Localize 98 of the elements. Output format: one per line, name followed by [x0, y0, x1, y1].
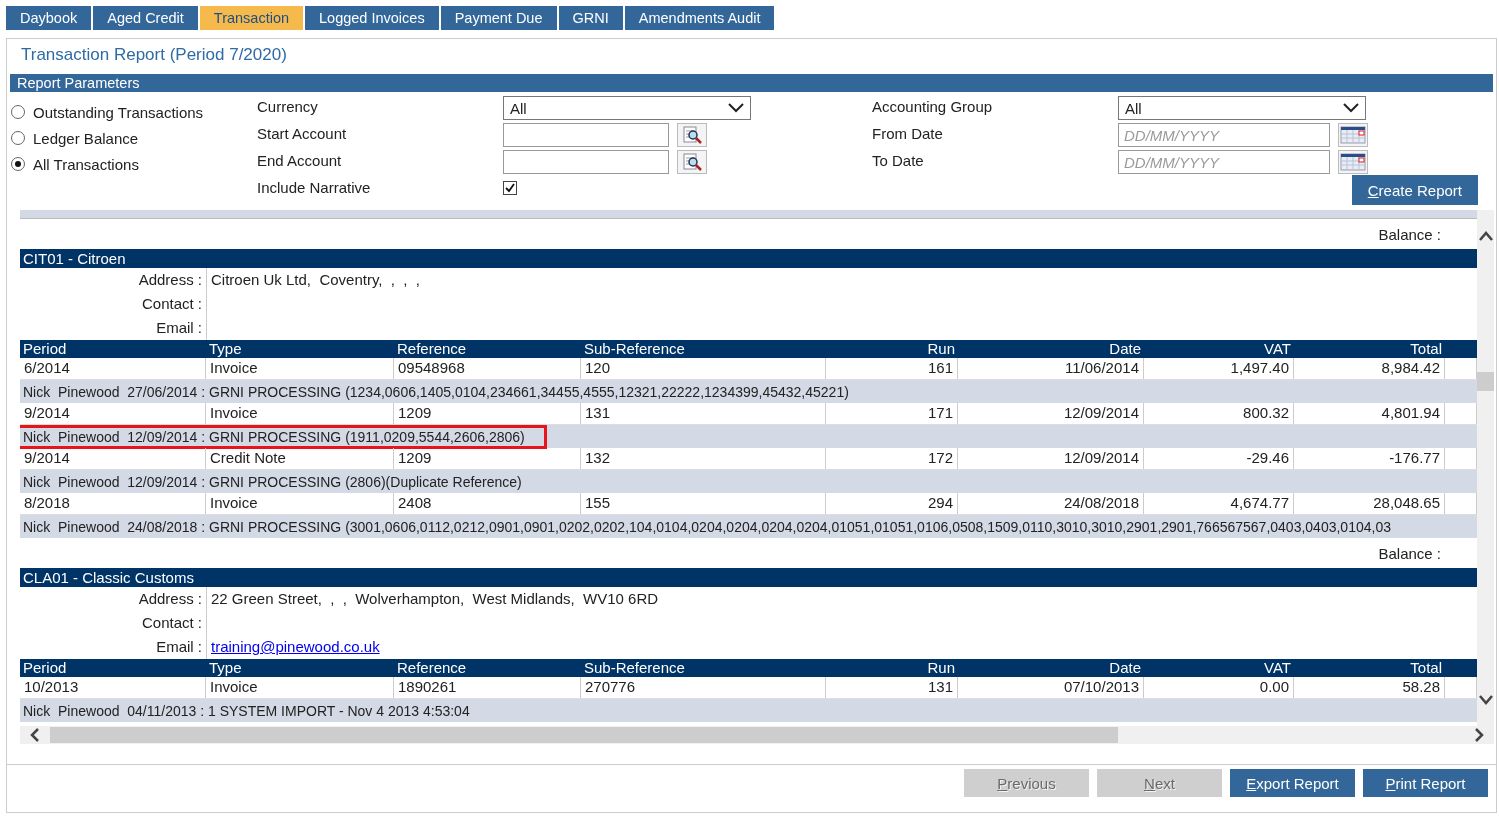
account-header: CLA01 - Classic Customs	[20, 568, 1477, 587]
email-link[interactable]: training@pinewood.co.uk	[211, 638, 380, 655]
column-header: Total	[1409, 659, 1443, 677]
table-cell: 10/2013	[20, 677, 206, 698]
field-label: To Date	[872, 152, 925, 170]
column-header: VAT	[1263, 340, 1292, 358]
footer-button[interactable]: Export Report	[1230, 769, 1355, 797]
field-label: Include Narrative	[257, 179, 372, 197]
table-cell: 11/06/2014	[958, 358, 1144, 379]
column-header: Sub-Reference	[583, 659, 686, 677]
table-cell: 131	[826, 677, 958, 698]
report-tab[interactable]: Payment Due	[440, 6, 557, 30]
account-header: CIT01 - Citroen	[20, 249, 1477, 268]
report-tab[interactable]: Amendments Audit	[624, 6, 775, 30]
report-title: Transaction Report (Period 7/2020)	[20, 44, 288, 66]
field-label: End Account	[257, 152, 343, 170]
create-report-button[interactable]: Create Report	[1351, 175, 1478, 205]
table-cell: 9/2014	[20, 448, 206, 469]
table-cell: -176.77	[1294, 448, 1445, 469]
radio-label: All Transactions	[33, 155, 139, 173]
table-cell: 1209	[394, 448, 581, 469]
table-cell: 07/10/2013	[958, 677, 1144, 698]
column-header: Type	[208, 659, 243, 677]
report-tab[interactable]: Logged Invoices	[305, 6, 439, 30]
field-label: From Date	[872, 125, 944, 143]
table-cell: Invoice	[206, 677, 394, 698]
narrative-text: Nick Pinewood 12/09/2014 : GRNI PROCESSING (2806)(Duplicate Reference)	[22, 473, 523, 490]
table-cell: 172	[826, 448, 958, 469]
column-header: Date	[1108, 659, 1142, 677]
column-header: Period	[22, 659, 68, 677]
balance-label: Balance :	[1378, 544, 1441, 562]
column-header: Period	[22, 340, 68, 358]
column-header: Date	[1108, 340, 1142, 358]
table-cell: 294	[826, 493, 958, 514]
dropdown[interactable]: All	[1118, 96, 1366, 120]
table-cell: 2408	[394, 493, 581, 514]
field-label: Currency	[257, 98, 319, 116]
report-tab[interactable]: Daybook	[6, 6, 92, 30]
table-cell: 24/08/2018	[958, 493, 1144, 514]
detail-label: Contact :	[20, 292, 207, 316]
table-cell: -29.46	[1144, 448, 1294, 469]
table-cell: Credit Note	[206, 448, 394, 469]
field-label: Accounting Group	[872, 98, 994, 116]
table-cell: 161	[826, 358, 958, 379]
report-tab[interactable]: GRNI	[558, 6, 623, 30]
table-cell: 800.32	[1144, 403, 1294, 424]
table-cell: 58.28	[1294, 677, 1445, 698]
report-tab[interactable]: Transaction	[199, 6, 304, 30]
detail-value: 22 Green Street, , , Wolverhampton, West Midlands, WV10 6RD	[211, 590, 659, 607]
table-cell: 12/09/2014	[958, 448, 1144, 469]
table-cell: 09548968	[394, 358, 581, 379]
table-cell: Invoice	[206, 403, 394, 424]
narrative-text: Nick Pinewood 12/09/2014 : GRNI PROCESSING (1911,0209,5544,2606,2806)	[20, 427, 544, 446]
column-header: Sub-Reference	[583, 340, 686, 358]
column-header: Type	[208, 340, 243, 358]
table-cell: Invoice	[206, 358, 394, 379]
radio-label: Outstanding Transactions	[33, 103, 204, 121]
dropdown[interactable]: All	[503, 96, 751, 120]
table-cell: 171	[826, 403, 958, 424]
table-cell: 8,984.42	[1294, 358, 1445, 379]
date-field[interactable]: DD/MM/YYYY	[1118, 150, 1330, 174]
table-cell: 155	[581, 493, 826, 514]
field-label: Start Account	[257, 125, 348, 143]
table-cell: 4,801.94	[1294, 403, 1445, 424]
table-cell: 132	[581, 448, 826, 469]
table-cell: 1890261	[394, 677, 581, 698]
table-cell: 270776	[581, 677, 826, 698]
column-header: VAT	[1263, 659, 1292, 677]
column-header: Reference	[396, 340, 468, 358]
report-tab[interactable]: Aged Credit	[93, 6, 198, 30]
table-cell: 0.00	[1144, 677, 1294, 698]
table-cell: 4,674.77	[1144, 493, 1294, 514]
table-cell: Invoice	[206, 493, 394, 514]
detail-value: Citroen Uk Ltd, Coventry, , , ,	[211, 271, 420, 288]
radio-label: Ledger Balance	[33, 129, 139, 147]
section-header: Report Parameters	[10, 74, 1493, 92]
date-field[interactable]: DD/MM/YYYY	[1118, 123, 1330, 147]
column-header: Reference	[396, 659, 468, 677]
table-cell: 1,497.40	[1144, 358, 1294, 379]
table-cell: 131	[581, 403, 826, 424]
detail-label: Address :	[20, 268, 207, 292]
table-cell: 1209	[394, 403, 581, 424]
column-header: Total	[1409, 340, 1443, 358]
column-header: Run	[926, 659, 956, 677]
narrative-text: Nick Pinewood 24/08/2018 : GRNI PROCESSING (3001,0606,0112,0212,0901,0901,0202,0202,104,0104,0204,0204,0204,0204,01051,01051,0106,0508,1509,0110,3010,3010,2901,2901,766567567,0403,0403,0104,03	[22, 518, 1392, 535]
table-cell: 120	[581, 358, 826, 379]
table-cell: 12/09/2014	[958, 403, 1144, 424]
table-cell: 9/2014	[20, 403, 206, 424]
detail-label: Address :	[20, 587, 207, 611]
narrative-text: Nick Pinewood 27/06/2014 : GRNI PROCESSING (1234,0606,1405,0104,234661,34455,4555,12321,22222,1234399,45432,45221)	[22, 383, 850, 400]
table-cell: 6/2014	[20, 358, 206, 379]
column-header: Run	[926, 340, 956, 358]
detail-label: Contact :	[20, 611, 207, 635]
table-cell: 8/2018	[20, 493, 206, 514]
table-cell: 28,048.65	[1294, 493, 1445, 514]
balance-label: Balance :	[1378, 225, 1441, 243]
narrative-text: Nick Pinewood 04/11/2013 : 1 SYSTEM IMPORT - Nov 4 2013 4:53:04	[22, 702, 471, 719]
footer-button[interactable]: Print Report	[1363, 769, 1488, 797]
